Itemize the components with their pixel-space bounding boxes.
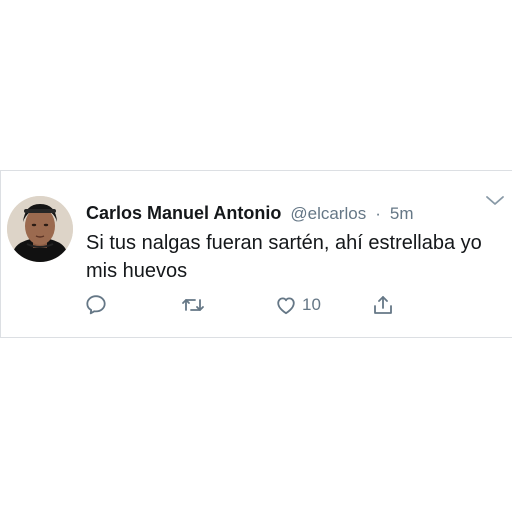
share-button[interactable] bbox=[371, 288, 395, 322]
tweet-card[interactable]: Carlos Manuel Antonio @elcarlos · 5m Si … bbox=[0, 170, 512, 338]
tweet-header: Carlos Manuel Antonio @elcarlos · 5m bbox=[86, 202, 414, 225]
heart-icon bbox=[277, 297, 295, 315]
like-count: 10 bbox=[302, 295, 321, 314]
reply-icon bbox=[86, 295, 106, 315]
user-handle[interactable]: @elcarlos bbox=[290, 204, 366, 223]
chevron-down-icon bbox=[486, 196, 504, 205]
tweet-actions: 10 bbox=[0, 288, 512, 322]
retweet-icon bbox=[182, 299, 204, 311]
share-icon bbox=[374, 296, 392, 314]
display-name[interactable]: Carlos Manuel Antonio bbox=[86, 203, 281, 223]
top-divider bbox=[0, 170, 512, 171]
reply-button[interactable] bbox=[84, 288, 108, 322]
tweet-text: Si tus nalgas fueran sartén, ahí estrell… bbox=[86, 232, 482, 282]
timestamp[interactable]: 5m bbox=[390, 204, 414, 223]
separator-dot: · bbox=[375, 204, 381, 223]
like-button[interactable]: 10 bbox=[274, 288, 321, 322]
bottom-divider bbox=[0, 337, 512, 338]
avatar[interactable] bbox=[7, 196, 73, 262]
tweet-menu-button[interactable] bbox=[485, 194, 505, 206]
avatar-photo-icon bbox=[7, 196, 73, 262]
retweet-button[interactable] bbox=[180, 288, 206, 322]
